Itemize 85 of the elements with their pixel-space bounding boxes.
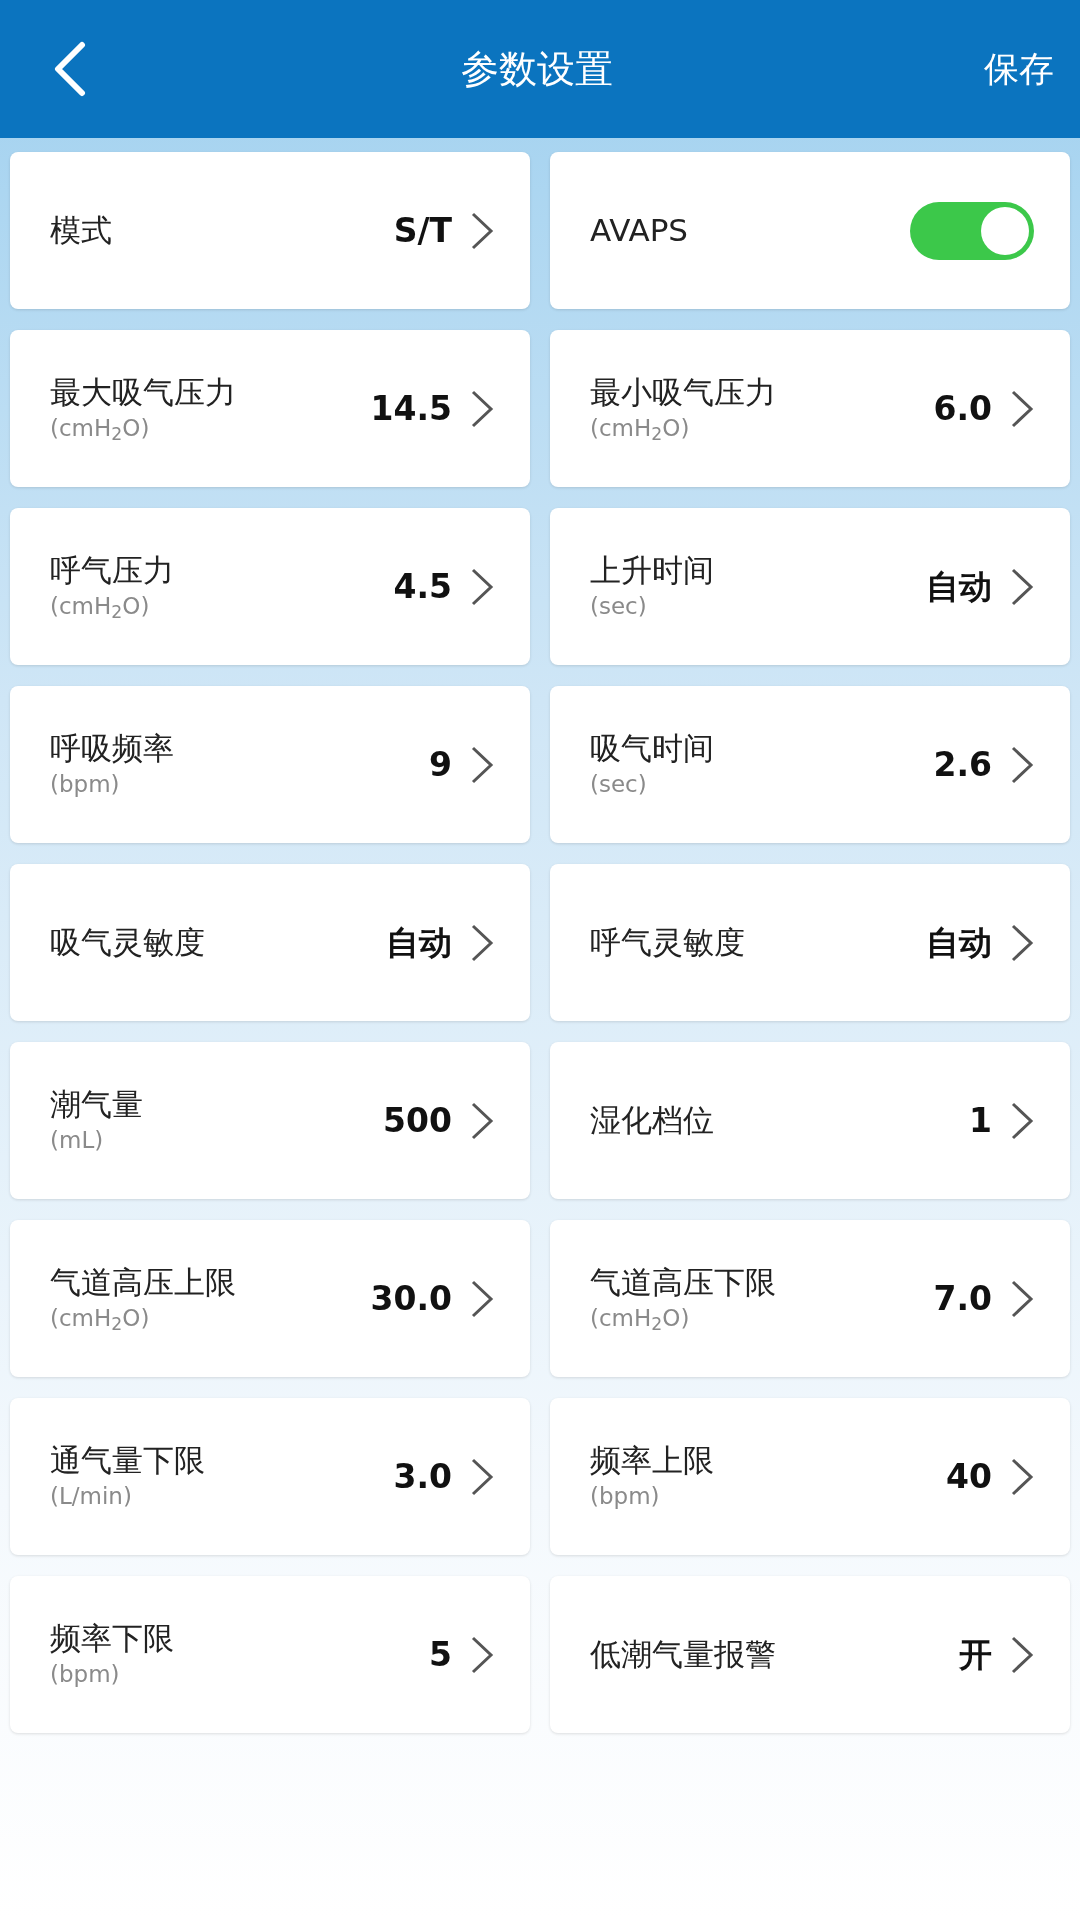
setting-label: 潮气量 <box>50 1085 143 1124</box>
setting-value: 6.0 <box>933 387 992 430</box>
chevron-right-icon <box>1010 922 1034 963</box>
setting-value: 2.6 <box>933 743 992 786</box>
setting-value: 7.0 <box>933 1277 992 1320</box>
setting-card[interactable]: 呼气灵敏度 自动 <box>550 864 1070 1021</box>
setting-card[interactable]: 最大吸气压力 (cmH$_{2}$O) 14.5 <box>10 330 530 487</box>
setting-card[interactable]: 湿化档位 1 <box>550 1042 1070 1199</box>
setting-card[interactable]: 频率上限 (bpm) 40 <box>550 1398 1070 1555</box>
setting-label: 呼气灵敏度 <box>590 923 745 962</box>
chevron-right-icon <box>1010 566 1034 607</box>
setting-value: 自动 <box>386 921 452 964</box>
setting-label: 频率下限 <box>50 1619 174 1658</box>
setting-value: 自动 <box>926 921 992 964</box>
setting-label: 气道高压上限 <box>50 1263 236 1302</box>
setting-label: 最小吸气压力 <box>590 373 776 412</box>
chevron-right-icon <box>470 922 494 963</box>
setting-card[interactable]: 潮气量 (mL) 500 <box>10 1042 530 1199</box>
setting-value: 40 <box>946 1455 992 1498</box>
setting-value: 9 <box>429 743 452 786</box>
chevron-right-icon <box>470 1634 494 1675</box>
save-button[interactable]: 保存 <box>984 42 1054 96</box>
chevron-right-icon <box>1010 1100 1034 1141</box>
setting-label: 呼气压力 <box>50 551 174 590</box>
setting-card[interactable]: 低潮气量报警 开 <box>550 1576 1070 1733</box>
chevron-right-icon <box>470 1456 494 1497</box>
setting-card[interactable]: 最小吸气压力 (cmH$_{2}$O) 6.0 <box>550 330 1070 487</box>
setting-value: 30.0 <box>370 1277 452 1320</box>
chevron-right-icon <box>470 210 494 251</box>
unit-label: (sec) <box>590 769 648 799</box>
setting-card[interactable]: AVAPS <box>550 152 1070 309</box>
setting-value: S/T <box>393 209 452 252</box>
setting-value: 14.5 <box>370 387 452 430</box>
unit-label: (bpm) <box>590 1481 661 1511</box>
chevron-right-icon <box>1010 744 1034 785</box>
unit-label: (cmH$_{2}$O) <box>50 413 151 444</box>
unit-label: (bpm) <box>50 769 121 799</box>
setting-card[interactable]: 频率下限 (bpm) 5 <box>10 1576 530 1733</box>
setting-card[interactable]: 呼吸频率 (bpm) 9 <box>10 686 530 843</box>
setting-label: 上升时间 <box>590 551 714 590</box>
setting-value: 500 <box>383 1099 452 1142</box>
chevron-right-icon <box>1010 388 1034 429</box>
setting-label: 呼吸频率 <box>50 729 174 768</box>
setting-label: 吸气灵敏度 <box>50 923 205 962</box>
setting-label: 湿化档位 <box>590 1101 714 1140</box>
unit-label: (cmH$_{2}$O) <box>50 1303 151 1334</box>
chevron-right-icon <box>470 388 494 429</box>
setting-label: 最大吸气压力 <box>50 373 236 412</box>
setting-label: 气道高压下限 <box>590 1263 776 1302</box>
setting-card[interactable]: 上升时间 (sec) 自动 <box>550 508 1070 665</box>
toggle-switch[interactable] <box>910 201 1034 260</box>
unit-label: (cmH$_{2}$O) <box>590 413 691 444</box>
setting-label: AVAPS <box>590 211 689 250</box>
chevron-right-icon <box>470 1278 494 1319</box>
setting-label: 低潮气量报警 <box>590 1635 776 1674</box>
setting-card[interactable]: 气道高压下限 (cmH$_{2}$O) 7.0 <box>550 1220 1070 1377</box>
setting-label: 模式 <box>50 211 112 250</box>
chevron-right-icon <box>470 1100 494 1141</box>
setting-card[interactable]: 吸气时间 (sec) 2.6 <box>550 686 1070 843</box>
setting-label: 吸气时间 <box>590 729 714 768</box>
chevron-right-icon <box>1010 1278 1034 1319</box>
unit-label: (cmH$_{2}$O) <box>50 591 151 622</box>
unit-label: (bpm) <box>50 1659 121 1689</box>
setting-value: 4.5 <box>393 565 452 608</box>
unit-label: (L/min) <box>50 1481 133 1511</box>
setting-label: 频率上限 <box>590 1441 714 1480</box>
setting-value: 1 <box>969 1099 992 1142</box>
setting-value: 3.0 <box>393 1455 452 1498</box>
setting-value: 自动 <box>926 565 992 608</box>
setting-card[interactable]: 吸气灵敏度 自动 <box>10 864 530 1021</box>
setting-value: 开 <box>959 1633 992 1676</box>
chevron-right-icon <box>470 566 494 607</box>
chevron-right-icon <box>470 744 494 785</box>
setting-card[interactable]: 模式 S/T <box>10 152 530 309</box>
chevron-right-icon <box>1010 1634 1034 1675</box>
unit-label: (mL) <box>50 1125 105 1155</box>
setting-card[interactable]: 呼气压力 (cmH$_{2}$O) 4.5 <box>10 508 530 665</box>
page-title: 参数设置 <box>461 45 613 93</box>
chevron-right-icon <box>1010 1456 1034 1497</box>
setting-value: 5 <box>429 1633 452 1676</box>
unit-label: (cmH$_{2}$O) <box>590 1303 691 1334</box>
unit-label: (sec) <box>590 591 648 621</box>
setting-card[interactable]: 通气量下限 (L/min) 3.0 <box>10 1398 530 1555</box>
setting-card[interactable]: 气道高压上限 (cmH$_{2}$O) 30.0 <box>10 1220 530 1377</box>
setting-label: 通气量下限 <box>50 1441 205 1480</box>
